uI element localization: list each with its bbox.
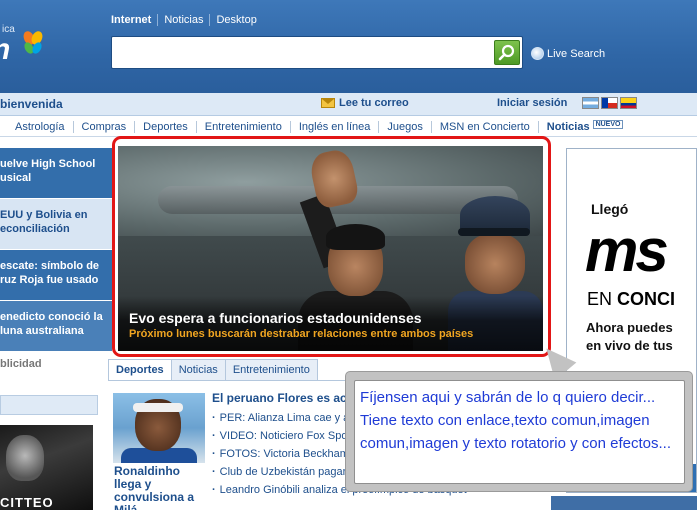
envelope-icon — [321, 98, 335, 108]
new-badge: NUEVO — [592, 119, 624, 129]
left-promo-photo[interactable]: CITTEO — [0, 425, 93, 510]
nav-msn-concierto[interactable]: MSN en Concierto — [430, 120, 538, 133]
hero-subtitle[interactable]: Próximo lunes buscarán destrabar relacio… — [129, 328, 473, 340]
ad-line-1: Ahora puedes — [586, 320, 673, 335]
msn-butterfly-icon — [23, 31, 43, 54]
search-tab-internet[interactable]: Internet — [111, 14, 157, 26]
tab-noticias[interactable]: Noticias — [171, 359, 226, 381]
signin-link[interactable]: Iniciar sesión — [497, 97, 567, 109]
promo-photo-text: CITTEO — [0, 495, 54, 510]
news-headline[interactable]: El peruano Flores es acu — [212, 391, 354, 405]
publicidad-label: blicidad — [0, 358, 42, 370]
nav-noticias[interactable]: Noticias NUEVO — [537, 119, 632, 133]
ad-msn-logo: ms — [585, 217, 669, 284]
nav-deportes[interactable]: Deportes — [134, 120, 196, 133]
search-tab-noticias[interactable]: Noticias — [157, 14, 209, 26]
tab-entretenimiento[interactable]: Entretenimiento — [225, 359, 318, 381]
left-headline-item[interactable]: enedicto conoció la luna australiana — [0, 301, 112, 352]
read-mail-label: Lee tu correo — [339, 97, 409, 109]
tab-deportes[interactable]: Deportes — [108, 359, 172, 381]
hero-story[interactable]: Evo espera a funcionarios estadounidense… — [118, 146, 543, 351]
annotation-callout-body: Fíjensen aqui y sabrán de lo q quiero de… — [354, 380, 685, 484]
news-photo-caption[interactable]: Ronaldinho llega y convulsiona a Milá — [114, 465, 199, 510]
nav-entretenimiento[interactable]: Entretenimiento — [195, 120, 290, 133]
ad-llego: Llegó — [591, 201, 629, 217]
country-flags — [582, 97, 637, 109]
callout-line: comun,imagen y texto rotatorio y con efe… — [360, 435, 671, 452]
left-headlines: uelve High School usical EUU y Bolivia e… — [0, 148, 112, 352]
nav-noticias-label: Noticias — [546, 120, 590, 133]
chile-flag-icon[interactable] — [601, 97, 618, 109]
msn-logo[interactable]: ica n — [0, 0, 110, 93]
nav-ingles[interactable]: Inglés en línea — [289, 120, 379, 133]
colombia-flag-icon[interactable] — [620, 97, 637, 109]
callout-line: Fíjensen aqui y sabrán de lo q quiero de… — [360, 389, 656, 406]
news-photo[interactable] — [113, 393, 205, 463]
left-headline-item[interactable]: uelve High School usical — [0, 148, 112, 199]
welcome-text: bienvenida — [0, 97, 63, 111]
nav-astrologia[interactable]: Astrología — [0, 121, 73, 133]
nav-compras[interactable]: Compras — [72, 120, 135, 133]
hero-title[interactable]: Evo espera a funcionarios estadounidense… — [129, 310, 422, 326]
welcome-bar: bienvenida Lee tu correo Iniciar sesión — [0, 93, 697, 116]
header: ica n Internet Noticias Desktop Live Sea… — [0, 0, 697, 93]
argentina-flag-icon[interactable] — [582, 97, 599, 109]
annotation-callout: Fíjensen aqui y sabrán de lo q quiero de… — [345, 371, 693, 492]
ad-concierto: CONCI — [617, 289, 676, 309]
read-mail-link[interactable]: Lee tu correo — [321, 97, 409, 109]
bottom-right-module — [551, 496, 697, 510]
search-box — [111, 36, 523, 69]
news-tabs: Deportes Noticias Entretenimiento — [108, 359, 318, 381]
search-scope-tabs: Internet Noticias Desktop — [111, 14, 263, 26]
live-search-icon — [531, 47, 544, 60]
left-headline-item[interactable]: escate: símbolo de ruz Roja fue usado — [0, 250, 112, 301]
search-tab-desktop[interactable]: Desktop — [209, 14, 262, 26]
ad-en: EN — [587, 289, 613, 309]
logo-text: n — [0, 33, 10, 67]
category-nav: Astrología Compras Deportes Entretenimie… — [0, 117, 697, 137]
left-headline-item[interactable]: EUU y Bolivia en econciliación — [0, 199, 112, 250]
search-input[interactable] — [116, 41, 490, 64]
ad-en-concierto: EN CONCI — [587, 289, 675, 310]
live-search-link[interactable]: Live Search — [531, 47, 605, 60]
search-icon — [498, 44, 515, 61]
promo-face — [6, 435, 44, 481]
live-search-label: Live Search — [547, 47, 606, 60]
ad-text: Ahora puedes en vivo de tus — [586, 319, 673, 355]
callout-line: Tiene texto con enlace,texto comun,image… — [360, 412, 650, 429]
left-module-header — [0, 395, 98, 415]
search-button[interactable] — [494, 40, 520, 65]
nav-juegos[interactable]: Juegos — [378, 120, 430, 133]
ad-line-2: en vivo de tus — [586, 338, 673, 353]
